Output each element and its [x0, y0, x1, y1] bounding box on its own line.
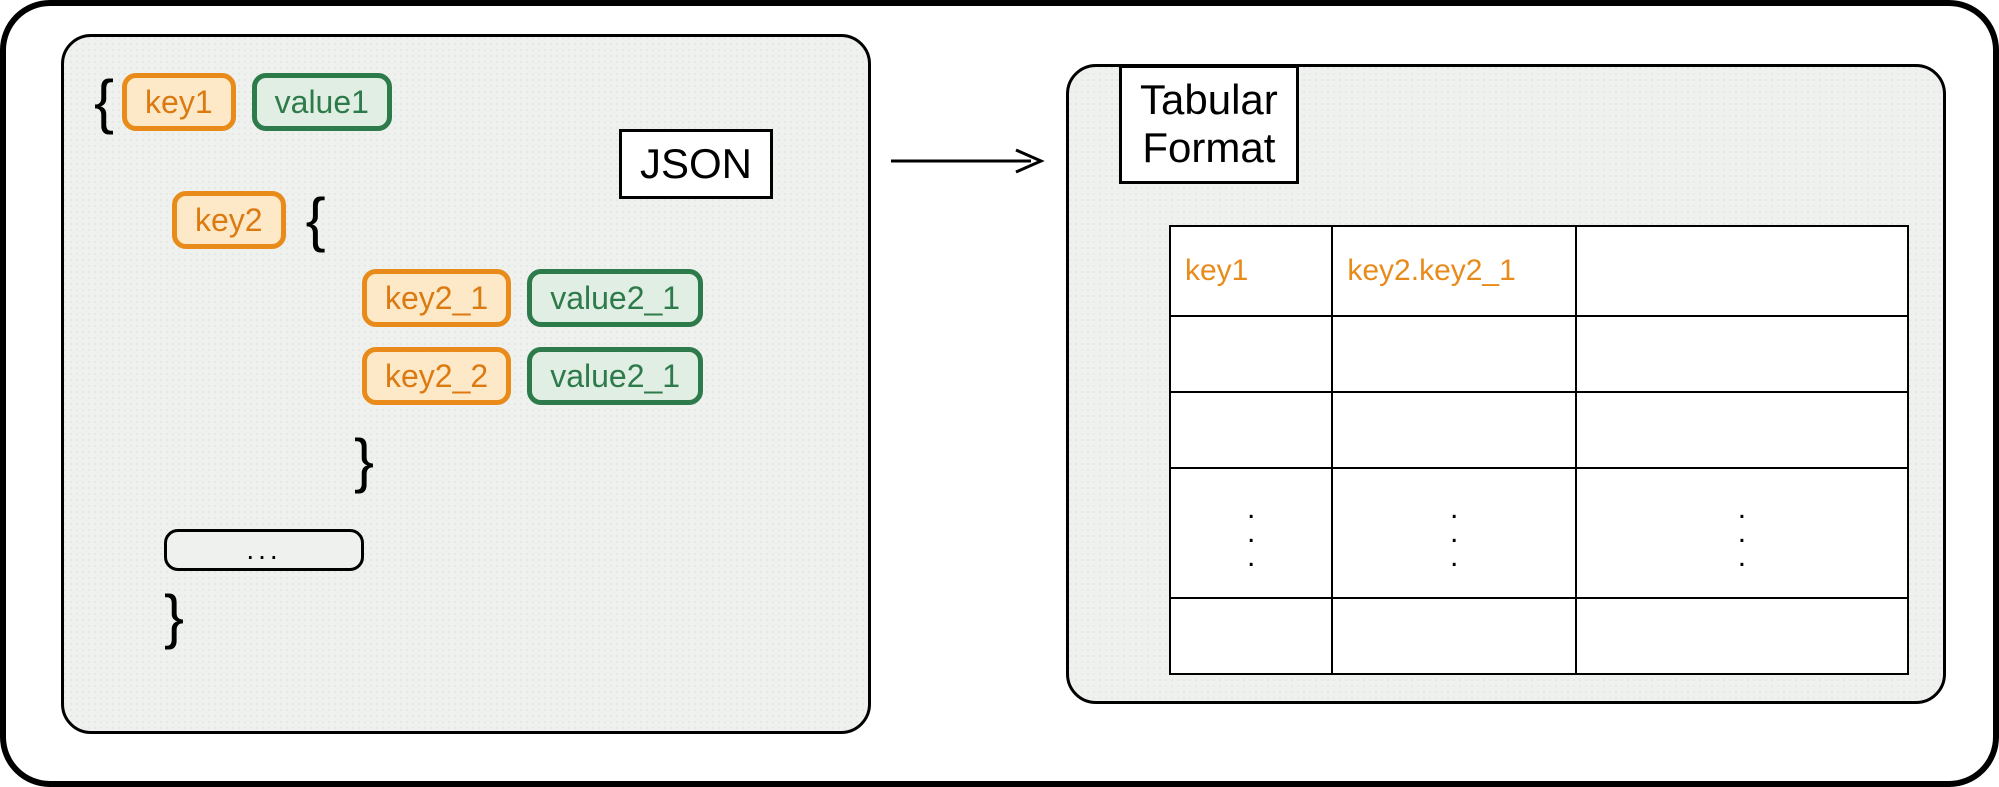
close-brace-outer: } — [164, 587, 184, 647]
json-row-open: { key1 value1 — [94, 67, 838, 137]
tabular-title-line1: Tabular — [1140, 76, 1278, 123]
table-header-row: key1 key2.key2_1 — [1170, 226, 1908, 316]
json-row-key2: key2 { — [94, 185, 838, 255]
arrow-right-icon — [891, 146, 1051, 176]
key-chip-key1: key1 — [122, 73, 236, 131]
value-chip-value1: value1 — [252, 73, 392, 131]
key-chip-key2-1: key2_1 — [362, 269, 511, 327]
json-row-ellipsis: ... — [94, 529, 838, 571]
table-wrap: key1 key2.key2_1 ... ... ... — [1169, 225, 1909, 675]
key-chip-key2-2: key2_2 — [362, 347, 511, 405]
json-panel: JSON { key1 value1 key2 { key2_1 value2_… — [61, 34, 871, 734]
table-row — [1170, 316, 1908, 392]
tabular-panel: Tabular Format key1 key2.key2_1 — [1066, 64, 1946, 704]
table-row — [1170, 598, 1908, 674]
th-key1: key1 — [1170, 226, 1332, 316]
value-chip-value2-1b: value2_1 — [527, 347, 703, 405]
open-brace-nested: { — [306, 190, 326, 250]
ellipsis-chip: ... — [164, 529, 364, 571]
vdots-cell: ... — [1332, 468, 1576, 598]
table-row-vdots: ... ... ... — [1170, 468, 1908, 598]
json-row-close-outer: } — [94, 587, 838, 647]
close-brace-nested: } — [354, 431, 374, 491]
key-chip-key2: key2 — [172, 191, 286, 249]
th-blank — [1576, 226, 1908, 316]
json-row-close-nested: } — [94, 431, 838, 491]
open-brace: { — [94, 72, 114, 132]
vdots-cell: ... — [1170, 468, 1332, 598]
value-chip-value2-1a: value2_1 — [527, 269, 703, 327]
diagram-outer-frame: JSON { key1 value1 key2 { key2_1 value2_… — [0, 0, 1999, 787]
tabular-title-box: Tabular Format — [1119, 65, 1299, 184]
th-key2-key2-1: key2.key2_1 — [1332, 226, 1576, 316]
json-body: { key1 value1 key2 { key2_1 value2_1 key… — [94, 67, 838, 701]
json-row-key2-1: key2_1 value2_1 — [94, 263, 838, 333]
json-row-key2-2: key2_2 value2_1 — [94, 341, 838, 411]
tabular-title-line2: Format — [1142, 124, 1275, 171]
vdots-cell: ... — [1576, 468, 1908, 598]
table-row — [1170, 392, 1908, 468]
diagram-table: key1 key2.key2_1 ... ... ... — [1169, 225, 1909, 675]
